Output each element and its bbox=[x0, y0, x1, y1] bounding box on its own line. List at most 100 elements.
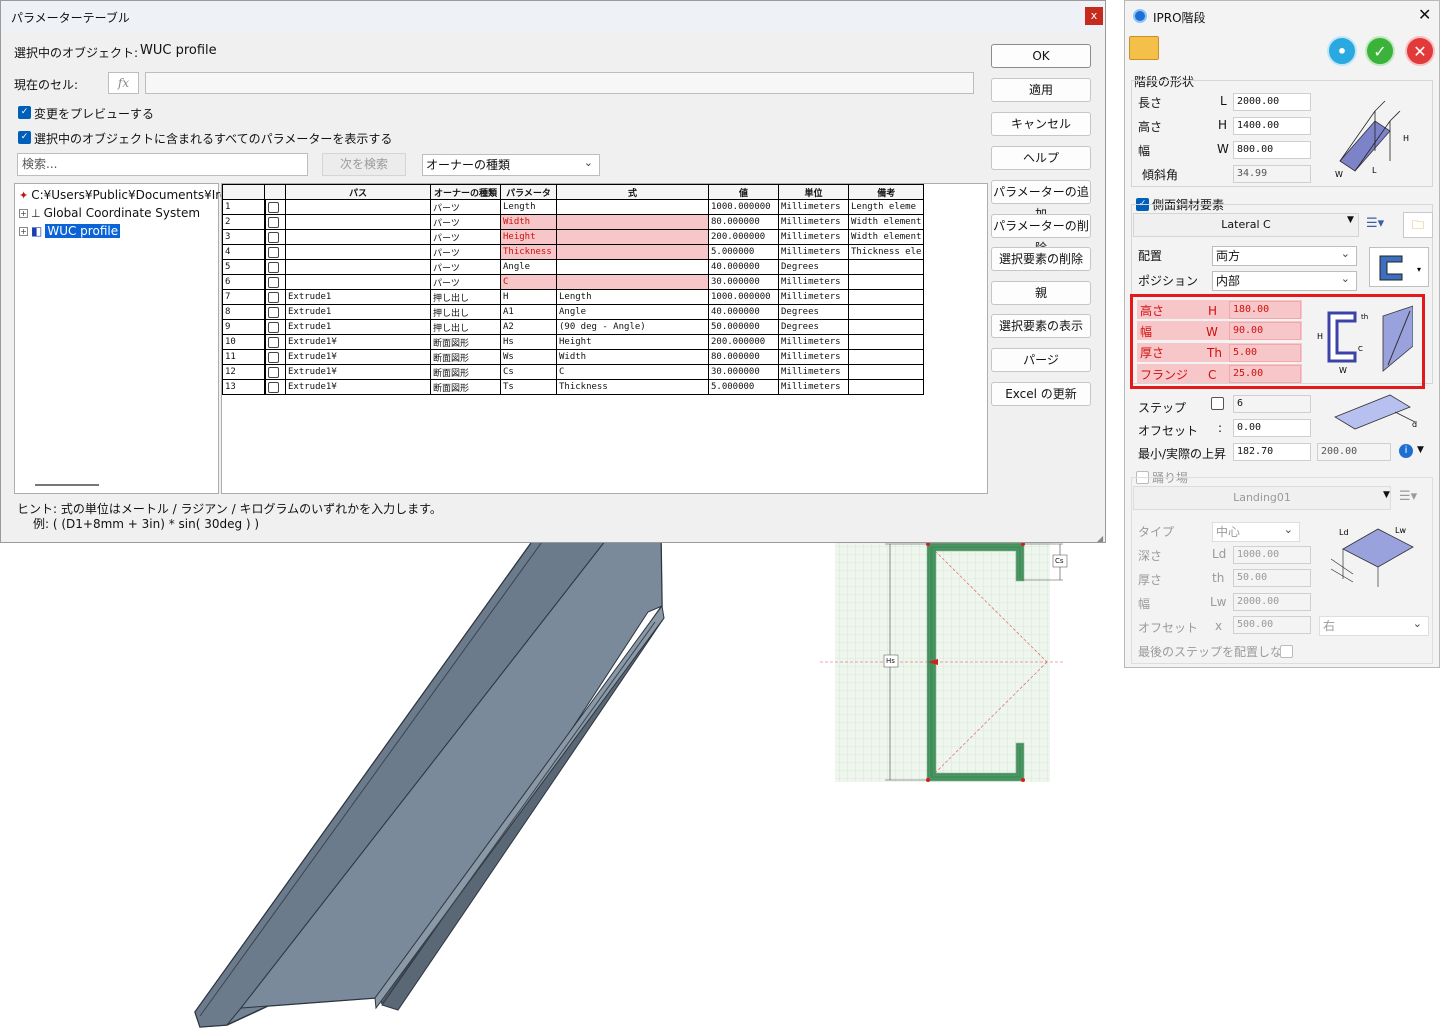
grid-cell[interactable] bbox=[556, 244, 709, 260]
grid-cell[interactable]: Extrude1 bbox=[285, 289, 431, 305]
grid-cell[interactable]: 200.000000 bbox=[708, 334, 779, 350]
grid-cell[interactable] bbox=[556, 214, 709, 230]
grid-cell[interactable]: Length eleme bbox=[847, 199, 925, 215]
grid-cell[interactable]: 1000.000000 bbox=[708, 289, 779, 305]
rise-min-input[interactable]: 182.70 bbox=[1233, 443, 1311, 461]
grid-cell[interactable]: Width element bbox=[847, 214, 925, 230]
grid-cell[interactable]: Degrees bbox=[778, 319, 849, 335]
grid-cell[interactable] bbox=[285, 244, 431, 260]
row-checkbox[interactable] bbox=[267, 246, 279, 258]
grid-header-cell[interactable]: 値 bbox=[708, 184, 779, 200]
row-checkbox[interactable] bbox=[267, 201, 279, 213]
grid-cell[interactable]: 80.000000 bbox=[708, 214, 779, 230]
grid-cell[interactable]: 断面図形 bbox=[430, 334, 501, 350]
placement-select[interactable]: 両方 bbox=[1212, 245, 1357, 266]
grid-cell[interactable]: 断面図形 bbox=[430, 364, 501, 380]
show-selection-button[interactable]: 選択要素の表示 bbox=[991, 314, 1091, 338]
table-row[interactable]: 13 Extrude1¥ 断面図形 Ts Thickness 5.000000 Millim… bbox=[222, 379, 925, 395]
landing-thickness-input[interactable]: 50.00 bbox=[1233, 569, 1311, 587]
row-number[interactable]: 1 bbox=[222, 199, 266, 215]
formula-input[interactable] bbox=[145, 72, 974, 94]
grid-cell[interactable]: Millimeters bbox=[778, 364, 849, 380]
grid-cell[interactable]: Millimeters bbox=[778, 274, 849, 290]
row-number[interactable]: 11 bbox=[222, 349, 266, 365]
table-row[interactable]: 8 Extrude1 押し出し A1 Angle 40.000000 Degrees bbox=[222, 304, 925, 320]
profile-folder-icon[interactable]: 🗀 bbox=[1403, 212, 1433, 238]
grid-cell[interactable]: 断面図形 bbox=[430, 349, 501, 365]
row-checkbox[interactable] bbox=[267, 321, 279, 333]
grid-cell[interactable]: 40.000000 bbox=[708, 304, 779, 320]
grid-cell[interactable]: Thickness bbox=[500, 244, 557, 260]
folder-icon[interactable] bbox=[1129, 36, 1159, 60]
grid-cell[interactable] bbox=[285, 259, 431, 275]
row-number[interactable]: 7 bbox=[222, 289, 266, 305]
row-number[interactable]: 9 bbox=[222, 319, 266, 335]
show-all-checkbox[interactable]: ✓ bbox=[18, 131, 31, 144]
delete-selection-button[interactable]: 選択要素の削除 bbox=[991, 247, 1091, 271]
step-input[interactable]: 6 bbox=[1233, 395, 1311, 413]
row-checkbox[interactable] bbox=[267, 366, 279, 378]
expand-icon[interactable]: + bbox=[19, 226, 28, 236]
grid-cell[interactable]: Degrees bbox=[778, 304, 849, 320]
grid-cell[interactable]: Hs bbox=[500, 334, 557, 350]
row-checkbox-cell[interactable] bbox=[264, 259, 286, 275]
grid-cell[interactable]: 断面図形 bbox=[430, 379, 501, 395]
grid-cell[interactable] bbox=[285, 214, 431, 230]
grid-cell[interactable] bbox=[847, 319, 925, 335]
grid-cell[interactable]: Width bbox=[556, 349, 709, 365]
row-checkbox-cell[interactable] bbox=[264, 289, 286, 305]
row-checkbox[interactable] bbox=[267, 291, 279, 303]
grid-cell[interactable]: Extrude1¥ bbox=[285, 379, 431, 395]
grid-cell[interactable]: 30.000000 bbox=[708, 364, 779, 380]
grid-cell[interactable] bbox=[285, 274, 431, 290]
landing-offset-direction-select[interactable]: 右 bbox=[1319, 615, 1429, 636]
height-input[interactable]: 1400.00 bbox=[1233, 117, 1311, 135]
grid-cell[interactable]: 30.000000 bbox=[708, 274, 779, 290]
grid-cell[interactable]: 1000.000000 bbox=[708, 199, 779, 215]
grid-cell[interactable] bbox=[556, 274, 709, 290]
grid-cell[interactable]: Angle bbox=[500, 259, 557, 275]
table-row[interactable]: 1 パーツ Length 1000.000000 Millimeters Length e… bbox=[222, 199, 925, 215]
ok-icon[interactable]: ✓ bbox=[1365, 36, 1395, 66]
row-checkbox[interactable] bbox=[267, 381, 279, 393]
row-number[interactable]: 13 bbox=[222, 379, 266, 395]
table-row[interactable]: 11 Extrude1¥ 断面図形 Ws Width 80.000000 Millimete… bbox=[222, 349, 925, 365]
landing-offset-input[interactable]: 500.00 bbox=[1233, 616, 1311, 634]
grid-cell[interactable]: Thickness ele bbox=[847, 244, 925, 260]
grid-cell[interactable] bbox=[556, 229, 709, 245]
length-input[interactable]: 2000.00 bbox=[1233, 93, 1311, 111]
grid-cell[interactable] bbox=[847, 334, 925, 350]
row-checkbox-cell[interactable] bbox=[264, 229, 286, 245]
type-select[interactable]: 中心 bbox=[1212, 521, 1300, 542]
cancel-button[interactable]: キャンセル bbox=[991, 112, 1091, 136]
table-row[interactable]: 3 パーツ Height 200.000000 Millimeters Width ele… bbox=[222, 229, 925, 245]
grid-header-cell[interactable]: パラメータ bbox=[500, 184, 557, 200]
table-row[interactable]: 6 パーツ C 30.000000 Millimeters bbox=[222, 274, 925, 290]
table-row[interactable]: 4 パーツ Thickness 5.000000 Millimeters Thicknes… bbox=[222, 244, 925, 260]
grid-cell[interactable]: 5.000000 bbox=[708, 379, 779, 395]
close-button[interactable]: x bbox=[1085, 7, 1103, 25]
row-checkbox-cell[interactable] bbox=[264, 214, 286, 230]
grid-cell[interactable]: Length bbox=[500, 199, 557, 215]
grid-cell[interactable]: Extrude1 bbox=[285, 304, 431, 320]
preview-checkbox[interactable]: ✓ bbox=[18, 106, 31, 119]
expand-icon[interactable]: + bbox=[19, 208, 28, 218]
grid-cell[interactable]: Height bbox=[556, 334, 709, 350]
add-parameter-button[interactable]: パラメーターの追加 bbox=[991, 180, 1091, 221]
grid-cell[interactable]: 40.000000 bbox=[708, 259, 779, 275]
grid-cell[interactable] bbox=[556, 199, 709, 215]
grid-cell[interactable]: Millimeters bbox=[778, 289, 849, 305]
grid-header-cell[interactable]: パス bbox=[285, 184, 431, 200]
grid-header-cell[interactable] bbox=[264, 184, 286, 200]
grid-cell[interactable] bbox=[847, 289, 925, 305]
grid-cell[interactable]: Extrude1¥ bbox=[285, 364, 431, 380]
fx-button[interactable]: fx bbox=[108, 72, 139, 94]
grid-cell[interactable]: Angle bbox=[556, 304, 709, 320]
grid-cell[interactable]: 50.000000 bbox=[708, 319, 779, 335]
grid-cell[interactable]: Extrude1¥ bbox=[285, 334, 431, 350]
table-row[interactable]: 12 Extrude1¥ 断面図形 Cs C 30.000000 Millimeters bbox=[222, 364, 925, 380]
grid-cell[interactable]: 200.000000 bbox=[708, 229, 779, 245]
grid-cell[interactable]: Ws bbox=[500, 349, 557, 365]
grid-cell[interactable] bbox=[847, 259, 925, 275]
delete-parameter-button[interactable]: パラメーターの削除 bbox=[991, 214, 1091, 255]
